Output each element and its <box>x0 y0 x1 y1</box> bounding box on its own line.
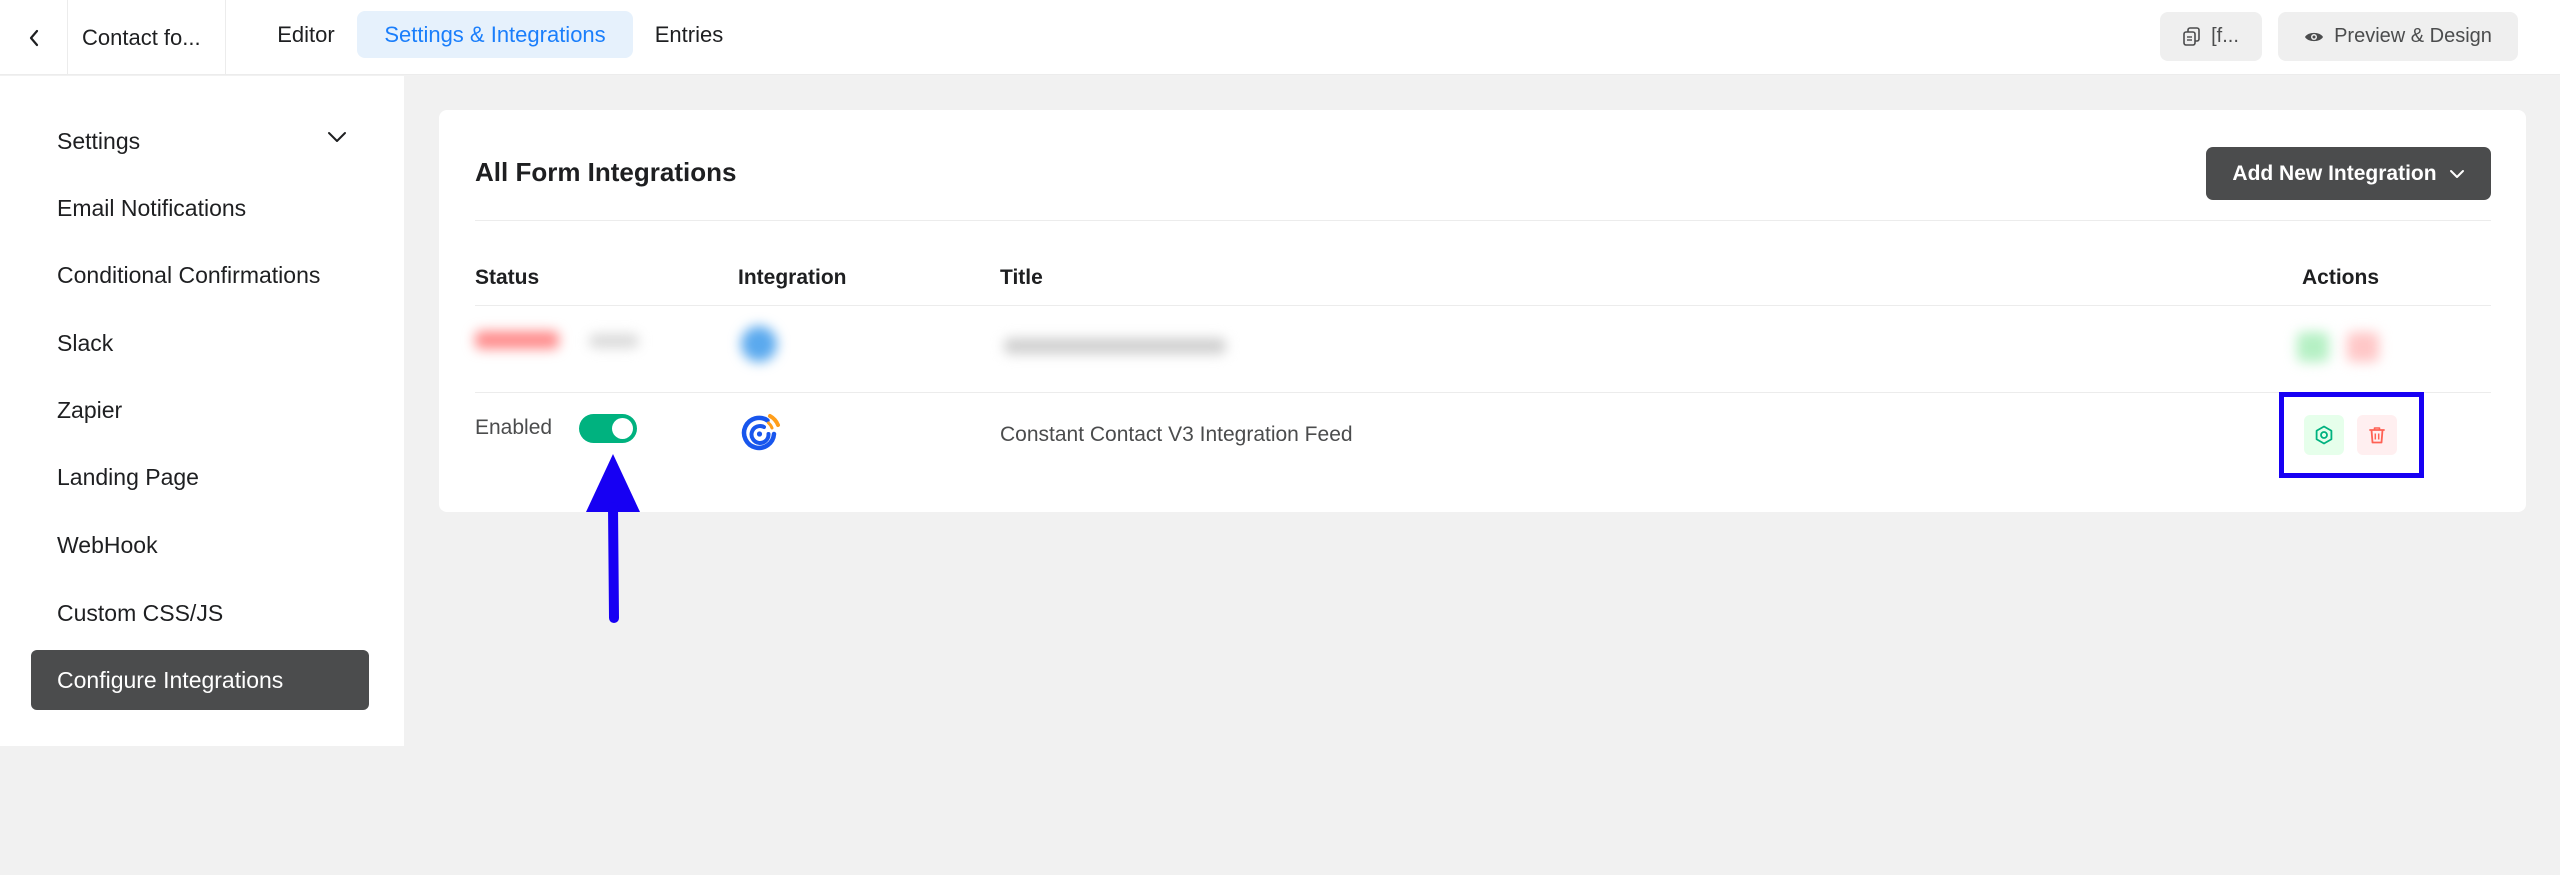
sidebar-item-landing-page[interactable]: Landing Page <box>31 447 369 507</box>
eye-icon <box>2305 32 2324 41</box>
sidebar-item-slack[interactable]: Slack <box>31 313 369 373</box>
settings-sidebar: Settings Email Notifications Conditional… <box>0 76 404 746</box>
sidebar-item-zapier[interactable]: Zapier <box>31 380 369 440</box>
sidebar-item-custom-css-js[interactable]: Custom CSS/JS <box>31 583 369 643</box>
integrations-card: All Form Integrations Add New Integratio… <box>439 110 2526 512</box>
sidebar-item-settings[interactable]: Settings <box>31 111 369 171</box>
sidebar-item-label: Slack <box>57 329 114 356</box>
divider <box>475 220 2491 221</box>
sidebar-item-label: Settings <box>57 127 141 154</box>
add-new-integration-label: Add New Integration <box>2232 161 2437 185</box>
chevron-down-icon <box>2449 169 2464 178</box>
sidebar-item-label: Zapier <box>57 396 123 423</box>
sidebar-item-label: Conditional Confirmations <box>57 261 321 288</box>
tab-settings-integrations[interactable]: Settings & Integrations <box>357 11 633 58</box>
shortcode-label: [f... <box>2211 25 2239 47</box>
form-title[interactable]: Contact fo... <box>68 0 226 75</box>
top-bar: Contact fo... Editor Settings & Integrat… <box>0 0 2560 75</box>
constant-contact-icon <box>741 414 780 451</box>
status-text: Enabled <box>475 416 553 439</box>
column-header-title: Title <box>1000 266 1043 289</box>
blurred-status <box>475 331 559 349</box>
sidebar-item-label: Landing Page <box>57 463 199 490</box>
blurred-settings-button <box>2297 332 2329 362</box>
sidebar-item-conditional-confirmations[interactable]: Conditional Confirmations <box>31 245 369 305</box>
preview-design-button[interactable]: Preview & Design <box>2278 12 2518 61</box>
tab-entries[interactable]: Entries <box>643 11 735 58</box>
preview-design-label: Preview & Design <box>2334 25 2492 47</box>
blurred-title <box>1004 338 1226 354</box>
toggle-knob <box>612 418 633 439</box>
actions-highlight-box <box>2279 392 2424 478</box>
sidebar-item-webhook[interactable]: WebHook <box>31 515 369 575</box>
column-header-actions: Actions <box>2302 266 2380 289</box>
column-header-integration: Integration <box>738 266 847 289</box>
sidebar-item-configure-integrations[interactable]: Configure Integrations <box>31 650 369 710</box>
sidebar-item-email-notifications[interactable]: Email Notifications <box>31 178 369 238</box>
status-toggle[interactable] <box>579 414 637 443</box>
blurred-toggle <box>589 334 639 348</box>
back-button[interactable] <box>0 0 68 75</box>
page-title: All Form Integrations <box>475 157 737 187</box>
blurred-delete-button <box>2347 332 2379 362</box>
sidebar-item-label: Custom CSS/JS <box>57 599 224 626</box>
column-header-status: Status <box>475 266 540 289</box>
sidebar-item-label: Configure Integrations <box>57 666 284 693</box>
blurred-integration-icon <box>741 326 777 362</box>
add-new-integration-button[interactable]: Add New Integration <box>2206 147 2491 200</box>
tab-editor[interactable]: Editor <box>264 11 348 58</box>
divider <box>475 305 2491 306</box>
sidebar-item-label: Email Notifications <box>57 194 247 221</box>
sidebar-item-label: WebHook <box>57 531 158 558</box>
shortcode-button[interactable]: [f... <box>2160 12 2262 61</box>
integration-title: Constant Contact V3 Integration Feed <box>1000 423 1353 446</box>
chevron-left-icon <box>29 29 38 46</box>
copy-icon <box>2183 26 2200 46</box>
chevron-down-icon <box>328 132 346 142</box>
annotation-arrow-icon <box>586 454 640 623</box>
divider <box>475 392 2491 393</box>
